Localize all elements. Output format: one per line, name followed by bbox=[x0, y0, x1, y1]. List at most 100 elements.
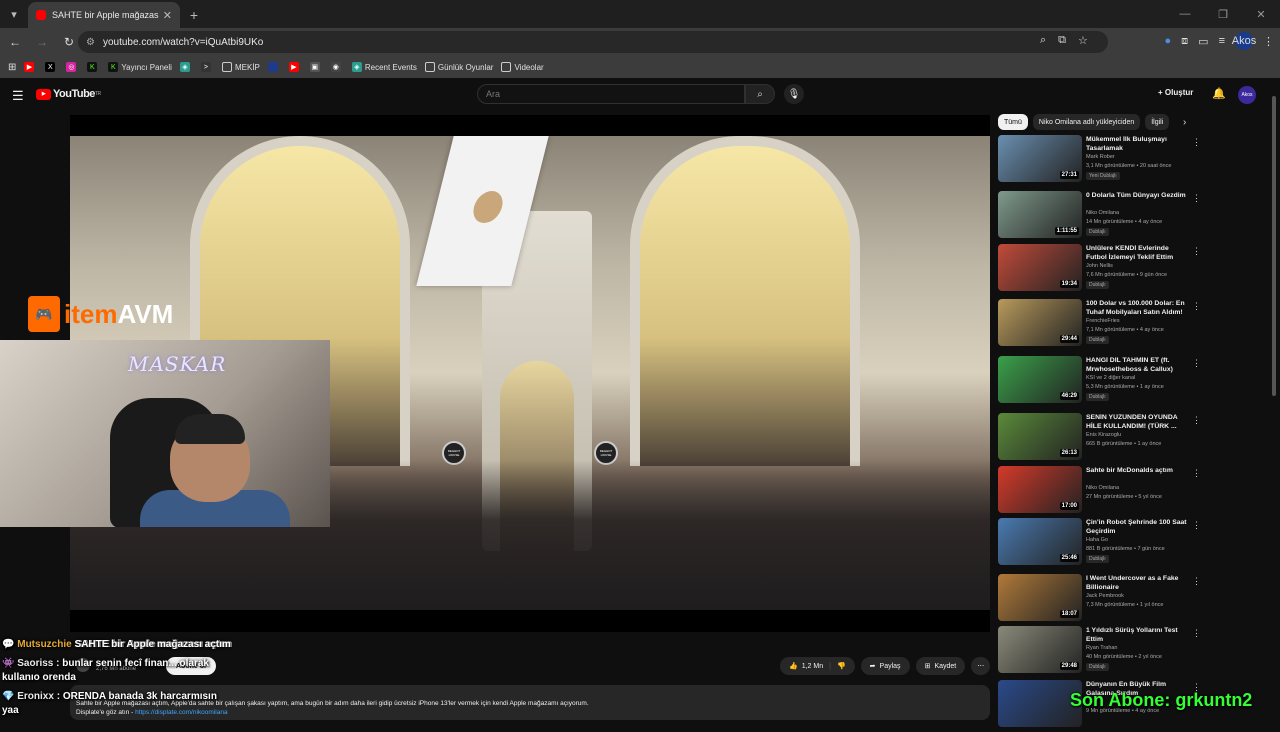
recommendation-title: 0 Dolarla Tüm Dünyayı Gezdim bbox=[1086, 192, 1186, 199]
more-actions-button[interactable]: ⋯ bbox=[971, 657, 991, 675]
bookmark-arrow[interactable]: > bbox=[200, 62, 214, 72]
bookmark-circle[interactable]: ◉ bbox=[330, 62, 344, 72]
recommendation-item[interactable]: 29:48 1 Yıldızlı Sürüş Yollarını Test Et… bbox=[998, 626, 1268, 678]
youtube-icon: ▶ bbox=[24, 62, 35, 72]
share-button[interactable]: ➦ Paylaş bbox=[860, 657, 910, 675]
address-bar[interactable]: ⚙ youtube.com/watch?v=iQuAtbi9UKo bbox=[78, 31, 1108, 53]
forward-icon[interactable]: → bbox=[30, 30, 54, 54]
bookmark-blue[interactable] bbox=[267, 62, 281, 72]
bookmark-mekip[interactable]: MEKİP bbox=[221, 62, 260, 72]
more-options-icon[interactable]: ⋮ bbox=[1192, 468, 1201, 479]
recommendation-item[interactable]: 25:46 Çin'in Robot Şehrinde 100 Saat Geç… bbox=[998, 518, 1268, 570]
more-options-icon[interactable]: ⋮ bbox=[1192, 576, 1201, 587]
extensions-puzzle-icon[interactable]: ⧈ bbox=[1181, 35, 1188, 48]
bookmark-yayinci-paneli[interactable]: K Yayıncı Paneli bbox=[108, 62, 172, 72]
bookmark-videolar[interactable]: Videolar bbox=[501, 62, 544, 72]
chevron-right-icon[interactable]: › bbox=[1183, 117, 1186, 128]
like-button[interactable]: 👍 1,2 Mn | 👎 bbox=[780, 657, 855, 675]
video-thumbnail[interactable]: 19:34 bbox=[998, 244, 1082, 291]
bookmark-x[interactable]: X bbox=[45, 62, 58, 72]
thumbs-down-icon[interactable]: 👎 bbox=[837, 662, 846, 670]
save-button[interactable]: ⊞ Kaydet bbox=[915, 657, 966, 675]
menu-icon[interactable]: ⋮ bbox=[1263, 35, 1274, 48]
bookmark-image[interactable]: ▣ bbox=[309, 62, 323, 72]
bookmark-instagram[interactable]: ◎ bbox=[66, 62, 79, 72]
recommendation-item[interactable]: 26:13 SENİN YÜZÜNDEN OYUNDA HİLE KULLAND… bbox=[998, 413, 1268, 465]
chat-message: 💬 Mutsuzchie SAHTE bir Apple mağazası aç… bbox=[2, 639, 231, 650]
more-options-icon[interactable]: ⋮ bbox=[1192, 137, 1201, 148]
video-thumbnail[interactable]: 17:00 bbox=[998, 466, 1082, 513]
video-thumbnail[interactable]: 26:13 bbox=[998, 413, 1082, 460]
account-avatar[interactable]: Akos bbox=[1238, 86, 1256, 104]
cam-name-label: MASKAR bbox=[128, 352, 227, 376]
recommendation-meta: 665 B görüntüleme • 1 ay önce bbox=[1086, 441, 1162, 447]
back-icon[interactable]: ← bbox=[3, 30, 27, 54]
recommendation-item[interactable]: 1:11:55 0 Dolarla Tüm Dünyayı Gezdim Nik… bbox=[998, 191, 1268, 243]
chip-all[interactable]: Tümü bbox=[998, 114, 1028, 130]
bookmark-yt2[interactable]: ▶ bbox=[288, 62, 302, 72]
zoom-icon[interactable]: ⌕ bbox=[1040, 34, 1046, 47]
youtube-play-icon: ▶ bbox=[36, 88, 51, 100]
tab-group-icon[interactable]: ▾ bbox=[0, 0, 28, 28]
cast-icon[interactable]: ⧉ bbox=[1058, 34, 1066, 47]
chip-related[interactable]: İlgili bbox=[1145, 114, 1170, 130]
arrow-icon: > bbox=[200, 62, 211, 72]
recommendation-item[interactable]: 18:07 I Went Undercover as a Fake Billio… bbox=[998, 574, 1268, 626]
close-window-icon[interactable]: ✕ bbox=[1242, 0, 1280, 28]
video-duration: 25:46 bbox=[1059, 554, 1079, 562]
side-panel-icon[interactable]: ▭ bbox=[1198, 35, 1208, 48]
video-thumbnail[interactable]: 29:44 bbox=[998, 299, 1082, 346]
restore-icon[interactable]: ❐ bbox=[1204, 0, 1242, 28]
bookmark-app[interactable]: ◈ bbox=[179, 62, 193, 72]
voice-search-button[interactable]: 🎙 bbox=[784, 84, 804, 104]
search-button[interactable]: ⌕ bbox=[745, 84, 775, 104]
recommendation-channel: Niko Omilana bbox=[1086, 210, 1120, 216]
video-thumbnail[interactable]: 46:29 bbox=[998, 356, 1082, 403]
recommendation-item[interactable]: 17:00 Sahte bir McDonalds açtım Niko Omi… bbox=[998, 466, 1268, 518]
more-options-icon[interactable]: ⋮ bbox=[1192, 358, 1201, 369]
bookmark-recent-events[interactable]: ◈ Recent Events bbox=[351, 62, 417, 72]
bookmark-youtube[interactable]: ▶ bbox=[24, 62, 37, 72]
extension-icon[interactable]: ● bbox=[1165, 35, 1172, 47]
reading-list-icon[interactable]: ≡ bbox=[1219, 35, 1225, 47]
apps-icon[interactable]: ⊞ bbox=[8, 62, 16, 73]
itemavm-logo: 🎮 item AVM bbox=[28, 292, 208, 336]
more-options-icon[interactable]: ⋮ bbox=[1192, 301, 1201, 312]
more-options-icon[interactable]: ⋮ bbox=[1192, 246, 1201, 257]
youtube-logo[interactable]: ▶ YouTube TR bbox=[36, 88, 101, 100]
video-thumbnail[interactable]: 25:46 bbox=[998, 518, 1082, 565]
video-thumbnail[interactable]: 27:31 bbox=[998, 135, 1082, 182]
youtube-icon: ▶ bbox=[288, 62, 299, 72]
close-tab-icon[interactable]: ✕ bbox=[163, 9, 172, 22]
site-info-icon[interactable]: ⚙ bbox=[86, 37, 95, 48]
profile-avatar[interactable]: Akos bbox=[1232, 32, 1256, 50]
minimize-icon[interactable]: — bbox=[1166, 0, 1204, 28]
more-options-icon[interactable]: ⋮ bbox=[1192, 628, 1201, 639]
search-input[interactable]: Ara bbox=[477, 84, 745, 104]
recommendation-channel: Mark Rober bbox=[1086, 154, 1115, 160]
recommendation-item[interactable]: 46:29 HANGİ DİL TAHMİN ET (ft. Mrwhoseth… bbox=[998, 356, 1268, 408]
scrollbar[interactable] bbox=[1272, 96, 1276, 396]
youtube-header: ☰ ▶ YouTube TR Ara ⌕ 🎙 + Oluştur 🔔 Akos bbox=[0, 78, 1280, 112]
more-options-icon[interactable]: ⋮ bbox=[1192, 415, 1201, 426]
recommendation-item[interactable]: 27:31 Mükemmel İlk Buluşmayı Tasarlamak … bbox=[998, 135, 1268, 187]
hamburger-menu-icon[interactable]: ☰ bbox=[12, 88, 24, 104]
store-arch-right bbox=[630, 136, 860, 466]
recommendation-item[interactable]: 29:44 100 Dolar vs 100.000 Dolar: En Tuh… bbox=[998, 299, 1268, 351]
video-thumbnail[interactable]: 29:48 bbox=[998, 626, 1082, 673]
chip-from-uploader[interactable]: Niko Omilana adlı yükleyiciden bbox=[1032, 114, 1141, 130]
new-tab-button[interactable]: + bbox=[180, 2, 208, 28]
recommendation-channel: Haha Go bbox=[1086, 537, 1109, 543]
video-thumbnail[interactable]: 18:07 bbox=[998, 574, 1082, 621]
bookmark-gunluk-oyunlar[interactable]: Günlük Oyunlar bbox=[424, 62, 493, 72]
more-options-icon[interactable]: ⋮ bbox=[1192, 193, 1201, 204]
create-button[interactable]: + Oluştur bbox=[1158, 88, 1193, 97]
more-options-icon[interactable]: ⋮ bbox=[1192, 520, 1201, 531]
recommendation-item[interactable]: 19:34 Ünlülere KENDİ Evlerinde Futbol İz… bbox=[998, 244, 1268, 296]
bookmark-kick[interactable]: K bbox=[87, 62, 100, 72]
thumbs-up-icon: 👍 bbox=[789, 663, 798, 670]
browser-tab-active[interactable]: SAHTE bir Apple mağazası açtım ✕ bbox=[28, 2, 180, 28]
video-thumbnail[interactable]: 1:11:55 bbox=[998, 191, 1082, 238]
bookmark-star-icon[interactable]: ☆ bbox=[1078, 34, 1088, 47]
notifications-bell-icon[interactable]: 🔔 bbox=[1212, 87, 1226, 100]
